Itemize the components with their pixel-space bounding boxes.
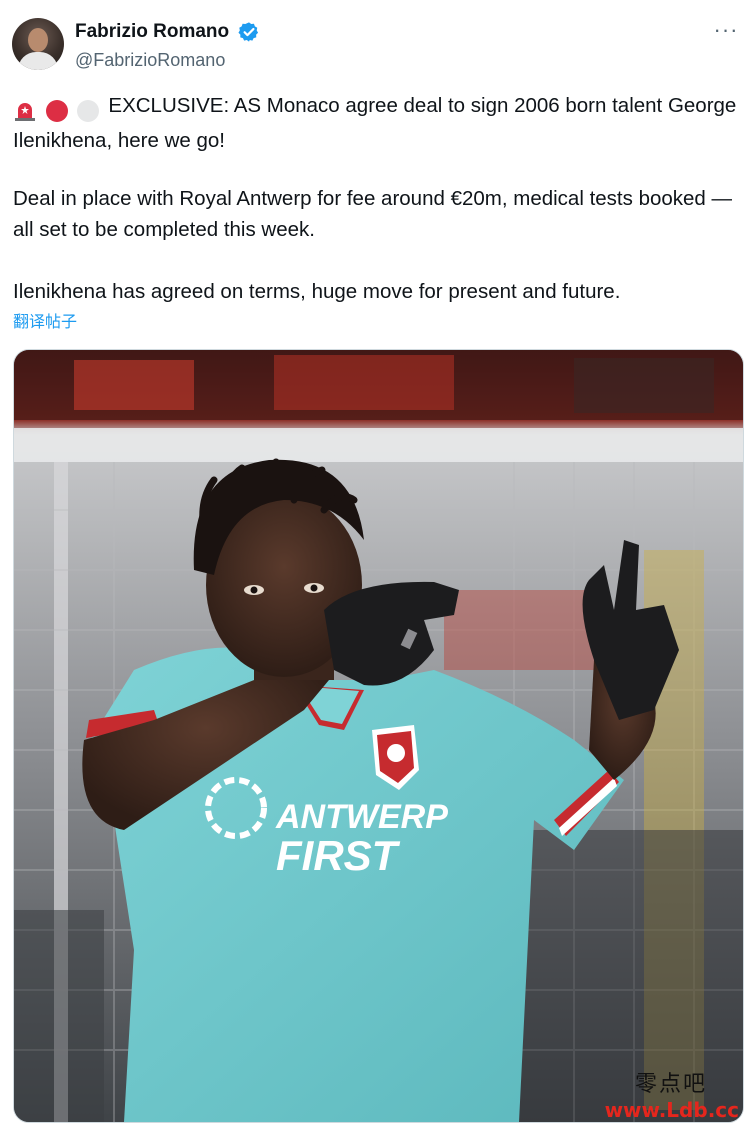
avatar-shirt [18, 52, 58, 70]
tweet-paragraph-3: Ilenikhena has agreed on terms, huge mov… [13, 280, 621, 303]
more-options-icon[interactable]: ··· [712, 19, 740, 44]
translate-post-link[interactable]: 翻译帖子 [13, 311, 77, 333]
author-info: Fabrizio Romano @FabrizioRomano [75, 20, 260, 72]
jersey-sponsor-line1: ANTWERP [275, 798, 448, 836]
tweet-photo[interactable]: ANTWERP FIRST 零点吧 www.Ldb.cc [13, 349, 744, 1123]
jersey-sponsor-line2: FIRST [276, 832, 401, 879]
watermark-chinese-text: 零点吧 [634, 1072, 707, 1097]
watermark-url: www.Ldb.cc [604, 1098, 739, 1122]
white-circle-icon [76, 99, 100, 123]
tweet-text-exclusive: EXCLUSIVE: AS Monaco agree deal to sign … [13, 94, 737, 152]
tweet-card: Fabrizio Romano @FabrizioRomano ··· EXCL… [0, 0, 750, 1126]
rotating-light-icon [13, 99, 37, 123]
author-handle[interactable]: @FabrizioRomano [75, 48, 260, 72]
tweet-paragraph-1: EXCLUSIVE: AS Monaco agree deal to sign … [13, 90, 738, 156]
author-avatar[interactable] [12, 18, 64, 70]
author-display-name[interactable]: Fabrizio Romano [75, 20, 229, 44]
player-photo-illustration: ANTWERP FIRST [14, 350, 743, 1122]
red-circle-icon [45, 99, 69, 123]
emoji-group [13, 94, 102, 125]
verified-badge-icon [238, 21, 260, 43]
avatar-face [28, 28, 48, 52]
tweet-paragraph-2: Deal in place with Royal Antwerp for fee… [13, 187, 733, 241]
